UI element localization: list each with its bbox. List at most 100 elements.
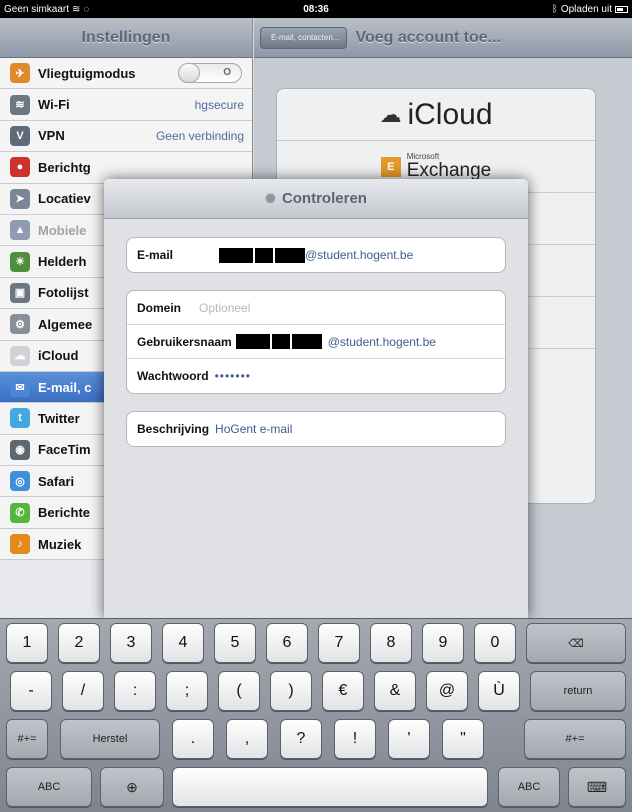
key-4[interactable]: 4 [162, 623, 204, 663]
key-period[interactable]: . [172, 719, 214, 759]
key-semicolon[interactable]: ; [166, 671, 208, 711]
key-at[interactable]: @ [426, 671, 468, 711]
settings-item[interactable]: ✈ Vliegtuigmodus O [0, 58, 252, 90]
bluetooth-icon: ᛒ [551, 3, 558, 15]
facetime-icon: ◉ [10, 439, 30, 460]
key-label: ABC [37, 781, 61, 793]
key-6[interactable]: 6 [266, 623, 308, 663]
key-label: & [389, 682, 401, 699]
username-field[interactable]: Gebruikersnaam @student.hogent.be [127, 325, 505, 359]
mail-icon: ✉ [10, 377, 30, 398]
settings-item[interactable]: ≋ Wi-Fi hgsecure [0, 89, 252, 121]
key-quote[interactable]: " [442, 719, 484, 759]
toggle-label: O [223, 67, 231, 79]
keyboard-dismiss-icon: ⌨ [586, 778, 608, 795]
settings-item-label: Twitter [38, 410, 80, 426]
key-label: ? [296, 730, 306, 747]
detail-nav-bar: E-mail, contacten... Voeg account toe... [254, 18, 632, 58]
description-label: Beschrijving [137, 422, 210, 436]
settings-item-value: Geen verbinding [155, 128, 244, 143]
key-0[interactable]: 0 [474, 623, 516, 663]
key-label: ! [352, 730, 358, 747]
key-euro[interactable]: € [322, 671, 364, 711]
domain-field[interactable]: Domein Optioneel [127, 291, 505, 325]
settings-item-label: VPN [38, 128, 65, 144]
airplane-icon: ✈ [10, 63, 30, 84]
back-button[interactable]: E-mail, contacten... [260, 26, 348, 49]
carrier-label: Geen simkaart [4, 3, 70, 15]
description-value: HoGent e-mail [215, 422, 293, 436]
backspace-key[interactable]: ⌫ [526, 623, 626, 663]
cellular-icon: ▲ [10, 220, 30, 241]
domain-placeholder: Optioneel [199, 300, 251, 315]
redaction-block [275, 247, 305, 263]
status-left: Geen simkaart ≋ ◌ [4, 4, 89, 15]
key-8[interactable]: 8 [370, 623, 412, 663]
key-9[interactable]: 9 [422, 623, 464, 663]
ipad-screen: Geen simkaart ≋ ◌ 08:36 ᛒ Opladen uit In… [0, 0, 632, 812]
key-slash[interactable]: / [62, 671, 104, 711]
battery-icon [615, 5, 628, 13]
key-5[interactable]: 5 [214, 623, 256, 663]
key-7[interactable]: 7 [318, 623, 360, 663]
abc-key[interactable]: ABC [498, 767, 560, 807]
globe-icon: ⊕ [126, 778, 138, 795]
space-key[interactable] [172, 767, 488, 807]
brightness-icon: ☀ [10, 251, 30, 272]
key-exclamation[interactable]: ! [334, 719, 376, 759]
settings-item[interactable]: V VPN Geen verbinding [0, 120, 252, 153]
settings-item-label: E-mail, c [38, 379, 92, 395]
key-open-paren[interactable]: ( [218, 671, 260, 711]
settings-item-label: Wi-Fi [38, 97, 70, 113]
key-3[interactable]: 3 [110, 623, 152, 663]
key-label: / [80, 682, 86, 699]
settings-item-label: Locatiev [38, 191, 91, 207]
symbols-key[interactable]: #+= [6, 719, 48, 759]
location-icon: ➤ [10, 188, 30, 209]
key-label: @ [438, 682, 456, 699]
provider-icloud[interactable]: ☁ iCloud [277, 89, 595, 141]
provider-icloud-label: iCloud [407, 97, 493, 131]
twitter-icon: t [10, 408, 30, 429]
globe-key[interactable]: ⊕ [100, 767, 164, 807]
key-u-grave[interactable]: Ù [478, 671, 520, 711]
redaction-block [255, 247, 273, 263]
key-question[interactable]: ? [280, 719, 322, 759]
settings-item-label: Muziek [38, 536, 82, 552]
username-label: Gebruikersnaam [137, 334, 232, 349]
status-right: ᛒ Opladen uit [552, 4, 628, 15]
key-colon[interactable]: : [114, 671, 156, 711]
symbols-key[interactable]: #+= [524, 719, 626, 759]
key-label: ABC [517, 781, 541, 793]
key-label: 0 [490, 634, 500, 651]
key-minus[interactable]: - [10, 671, 52, 711]
account-form-sheet: ✺ Controleren E-mail @student.hogent.be … [104, 179, 528, 618]
key-apostrophe[interactable]: ' [388, 719, 430, 759]
password-field[interactable]: Wachtwoord ••••••• [127, 359, 505, 393]
key-ampersand[interactable]: & [374, 671, 416, 711]
email-field[interactable]: E-mail @student.hogent.be [127, 238, 505, 272]
undo-key[interactable]: Herstel [60, 719, 160, 759]
exchange-wordmark: Microsoft Exchange [406, 153, 492, 181]
key-1[interactable]: 1 [6, 623, 48, 663]
dismiss-keyboard-key[interactable]: ⌨ [568, 767, 626, 807]
key-label: " [460, 730, 466, 747]
key-label: : [132, 682, 138, 699]
description-field[interactable]: Beschrijving HoGent e-mail [127, 412, 505, 446]
settings-item-label: Algemee [38, 316, 93, 332]
key-comma[interactable]: , [226, 719, 268, 759]
status-bar: Geen simkaart ≋ ◌ 08:36 ᛒ Opladen uit [0, 0, 632, 18]
provider-exchange-label: Exchange [406, 160, 492, 181]
settings-item-label: Fotolijst [38, 285, 89, 301]
spinner-icon: ✺ [265, 190, 276, 206]
wifi-signal-icon: ≋ [72, 3, 81, 15]
settings-item-label: Berichte [38, 505, 91, 521]
settings-item-label: Mobiele [38, 222, 87, 238]
sheet-nav-bar: ✺ Controleren [104, 179, 528, 219]
return-key[interactable]: return [530, 671, 626, 711]
key-label: 5 [230, 634, 240, 651]
abc-key[interactable]: ABC [6, 767, 92, 807]
key-close-paren[interactable]: ) [270, 671, 312, 711]
airplane-mode-toggle[interactable]: O [178, 63, 242, 84]
key-2[interactable]: 2 [58, 623, 100, 663]
